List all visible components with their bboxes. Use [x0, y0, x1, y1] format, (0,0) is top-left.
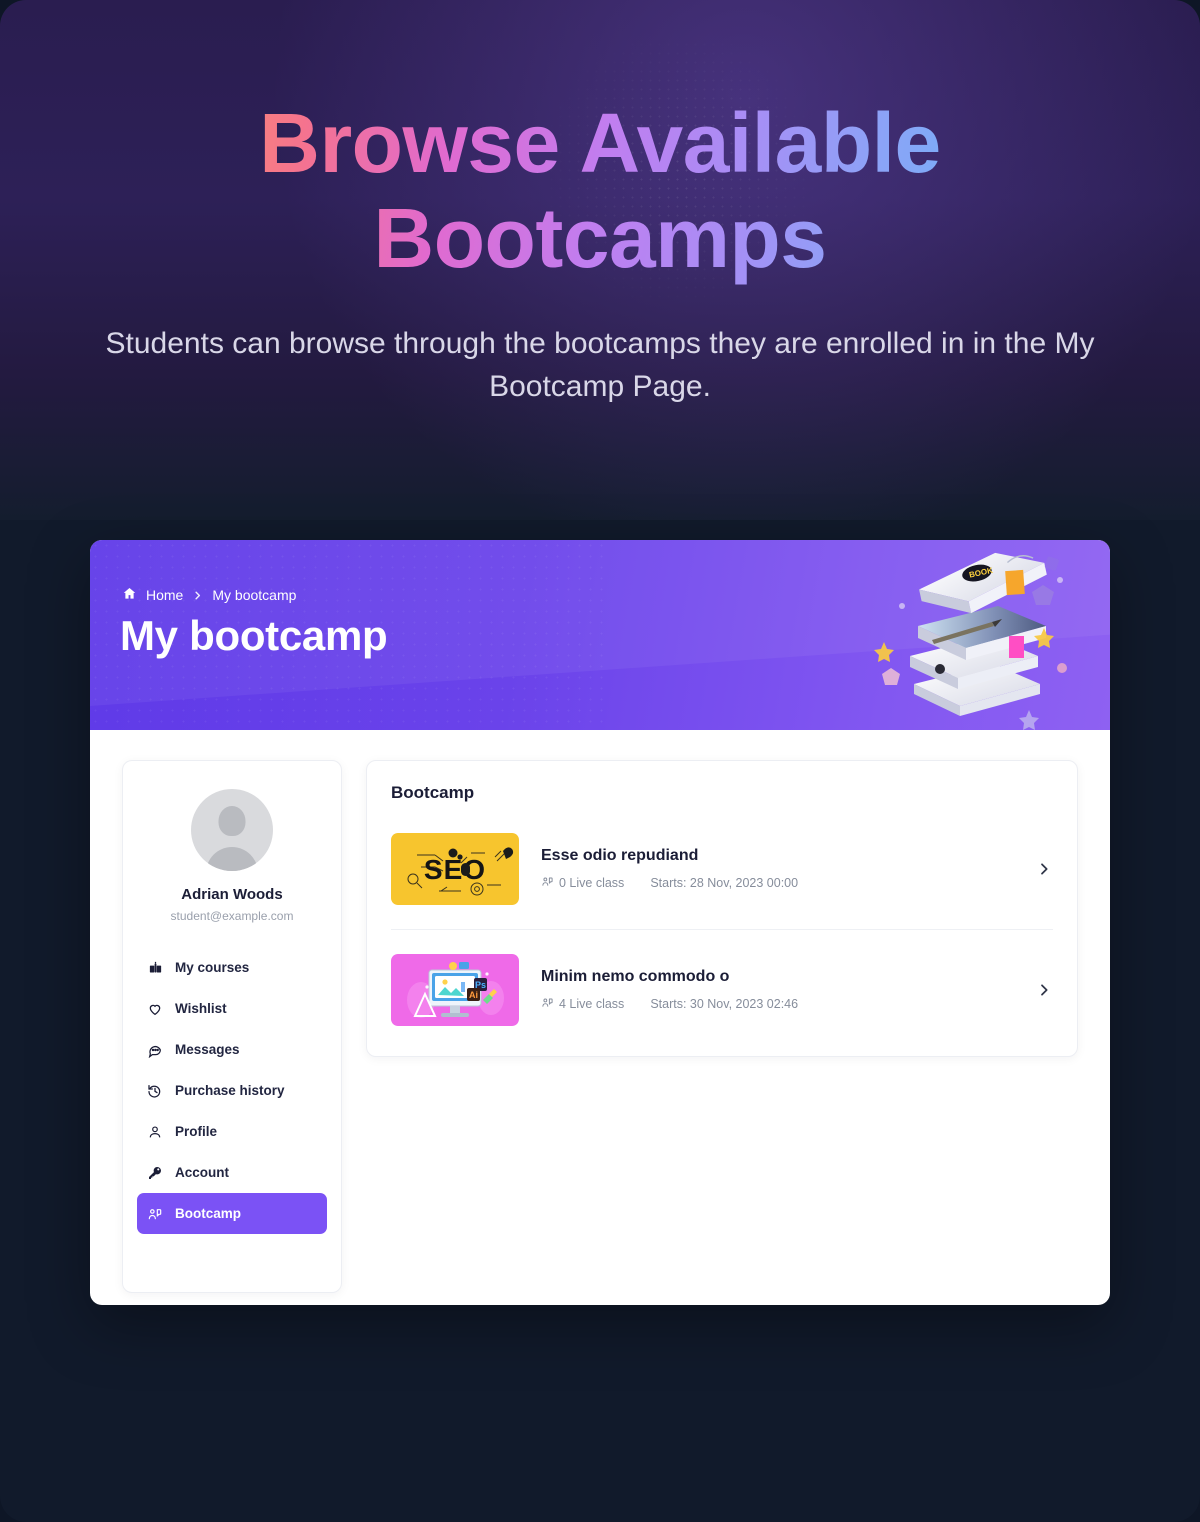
user-email: student@example.com	[170, 909, 294, 923]
breadcrumb: Home My bootcamp	[122, 586, 296, 604]
page-root: Browse Available Bootcamps Students can …	[0, 0, 1200, 1522]
svg-text:Ai: Ai	[469, 990, 478, 1000]
live-class-meta: 0 Live class	[541, 875, 624, 891]
bootcamp-info: Minim nemo commodo o 4 Live class Starts…	[541, 968, 1013, 1012]
live-class-meta: 4 Live class	[541, 996, 624, 1012]
sidebar-item-label: Wishlist	[175, 1001, 227, 1016]
hero-subtitle: Students can browse through the bootcamp…	[105, 326, 1095, 404]
sidebar-item-profile[interactable]: Profile	[137, 1111, 327, 1152]
bootcamp-meta: 4 Live class Starts: 30 Nov, 2023 02:46	[541, 996, 1013, 1012]
chevron-right-icon[interactable]	[1035, 861, 1053, 877]
stack-of-books-illustration: BOOK	[862, 544, 1082, 730]
home-icon	[122, 586, 137, 604]
sidebar: Adrian Woods student@example.com My cour…	[122, 760, 342, 1293]
sidebar-item-wishlist[interactable]: Wishlist	[137, 988, 327, 1029]
avatar-body	[206, 847, 258, 871]
history-icon	[147, 1083, 163, 1099]
live-class-label: 4 Live class	[559, 997, 625, 1011]
hero-section: Browse Available Bootcamps Students can …	[0, 0, 1200, 409]
graphic-design-thumbnail: Ps Ai	[391, 954, 519, 1026]
bootcamp-icon	[147, 1206, 163, 1222]
key-icon	[147, 1165, 163, 1181]
starts-label: Starts: 28 Nov, 2023 00:00	[650, 876, 799, 890]
sidebar-item-label: Profile	[175, 1124, 218, 1139]
sidebar-item-label: Purchase history	[175, 1083, 285, 1098]
bootcamp-title: Minim nemo commodo o	[541, 968, 730, 985]
chat-icon	[147, 1042, 163, 1058]
sidebar-item-my-courses[interactable]: My courses	[137, 947, 327, 988]
heart-icon	[147, 1001, 163, 1017]
chevron-right-icon[interactable]	[1035, 982, 1053, 998]
bootcamp-list-item[interactable]: SEO Esse odio repudiand 0 Live class Sta…	[391, 809, 1053, 930]
sidebar-item-messages[interactable]: Messages	[137, 1029, 327, 1070]
section-title: Bootcamp	[391, 783, 475, 802]
sidebar-item-label: Account	[175, 1165, 229, 1180]
bootcamp-list-card: Bootcamp SEO Esse odio repudiand 0 Live …	[366, 760, 1078, 1057]
app-body: Adrian Woods student@example.com My cour…	[90, 730, 1110, 1293]
chevron-right-icon	[192, 590, 203, 601]
user-icon	[147, 1124, 163, 1140]
starts-label: Starts: 30 Nov, 2023 02:46	[650, 997, 799, 1011]
sidebar-item-bootcamp[interactable]: Bootcamp	[137, 1193, 327, 1234]
seo-thumbnail: SEO	[391, 833, 519, 905]
sidebar-item-label: Messages	[175, 1042, 240, 1057]
courses-icon	[147, 960, 163, 976]
avatar-wrapper	[123, 789, 341, 871]
breadcrumb-home[interactable]: Home	[146, 587, 183, 603]
avatar	[191, 789, 273, 871]
page-title: My bootcamp	[120, 612, 388, 659]
user-name: Adrian Woods	[181, 886, 283, 903]
sidebar-item-purchase-history[interactable]: Purchase history	[137, 1070, 327, 1111]
breadcrumb-current: My bootcamp	[212, 587, 297, 603]
bootcamp-list-item[interactable]: Ps Ai Minim nemo commodo o 4 Live class …	[391, 930, 1053, 1034]
bootcamp-title: Esse odio repudiand	[541, 847, 699, 864]
sidebar-nav: My courses Wishlist Messages Purchase hi…	[123, 947, 341, 1234]
hero-title: Browse Available Bootcamps	[150, 96, 1050, 286]
app-screenshot-mockup: Home My bootcamp My bootcamp BOOK Adrian…	[90, 540, 1110, 1305]
app-page-header: Home My bootcamp My bootcamp BOOK	[90, 540, 1110, 730]
svg-text:SEO: SEO	[424, 854, 486, 885]
sidebar-item-account[interactable]: Account	[137, 1152, 327, 1193]
sidebar-item-label: Bootcamp	[175, 1206, 242, 1221]
avatar-head	[218, 806, 246, 836]
bootcamp-meta: 0 Live class Starts: 28 Nov, 2023 00:00	[541, 875, 1013, 891]
live-class-icon	[541, 996, 554, 1012]
live-class-label: 0 Live class	[559, 876, 625, 890]
sidebar-item-label: My courses	[175, 960, 250, 975]
live-class-icon	[541, 875, 554, 891]
bootcamp-info: Esse odio repudiand 0 Live class Starts:…	[541, 847, 1013, 891]
